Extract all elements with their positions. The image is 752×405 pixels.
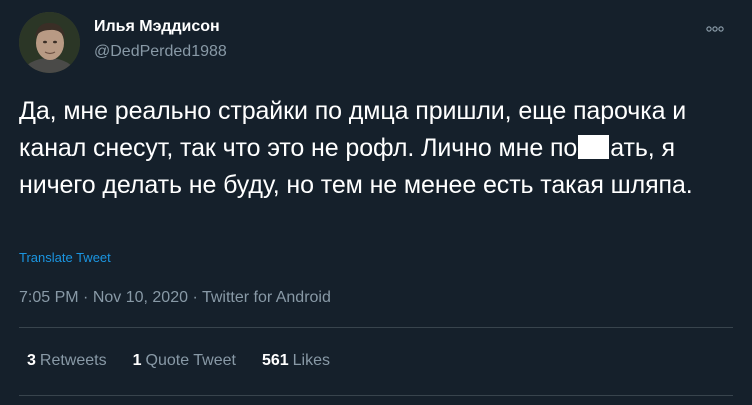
redaction-block — [578, 135, 610, 159]
quote-tweets-count: 1 — [132, 352, 142, 369]
tweet-text: Да, мне реально страйки по дмца пришли, … — [19, 93, 719, 204]
tweet-card: Илья Мэддисон @DedPerded1988 Да, мне реа… — [0, 0, 752, 405]
tweet-metadata: 7:05 PM · Nov 10, 2020 · Twitter for And… — [19, 288, 331, 308]
retweets-label: Retweets — [39, 352, 107, 369]
translate-tweet-link[interactable]: Translate Tweet — [19, 249, 111, 267]
user-handle[interactable]: @DedPerded1988 — [94, 42, 227, 62]
likes-stat[interactable]: 561 Likes — [262, 351, 330, 371]
tweet-source[interactable]: Twitter for Android — [202, 289, 331, 306]
tweet-time[interactable]: 7:05 PM — [19, 289, 79, 306]
likes-count: 561 — [261, 352, 289, 369]
likes-label: Likes — [292, 352, 331, 369]
divider — [19, 327, 733, 328]
meta-separator: · — [188, 289, 202, 306]
divider — [19, 395, 733, 396]
tweet-stats: 3 Retweets 1 Quote Tweet 561 Likes — [27, 351, 356, 371]
quote-tweets-label: Quote Tweet — [145, 352, 236, 369]
tweet-date[interactable]: Nov 10, 2020 — [93, 289, 188, 306]
retweets-count: 3 — [27, 352, 36, 369]
display-name[interactable]: Илья Мэддисон — [94, 17, 220, 37]
retweets-stat[interactable]: 3 Retweets — [27, 351, 107, 371]
more-options-icon[interactable] — [700, 18, 730, 40]
avatar[interactable] — [19, 12, 80, 73]
meta-separator: · — [78, 289, 93, 306]
avatar-photo-icon — [19, 12, 80, 73]
quote-tweets-stat[interactable]: 1 Quote Tweet — [133, 351, 236, 371]
